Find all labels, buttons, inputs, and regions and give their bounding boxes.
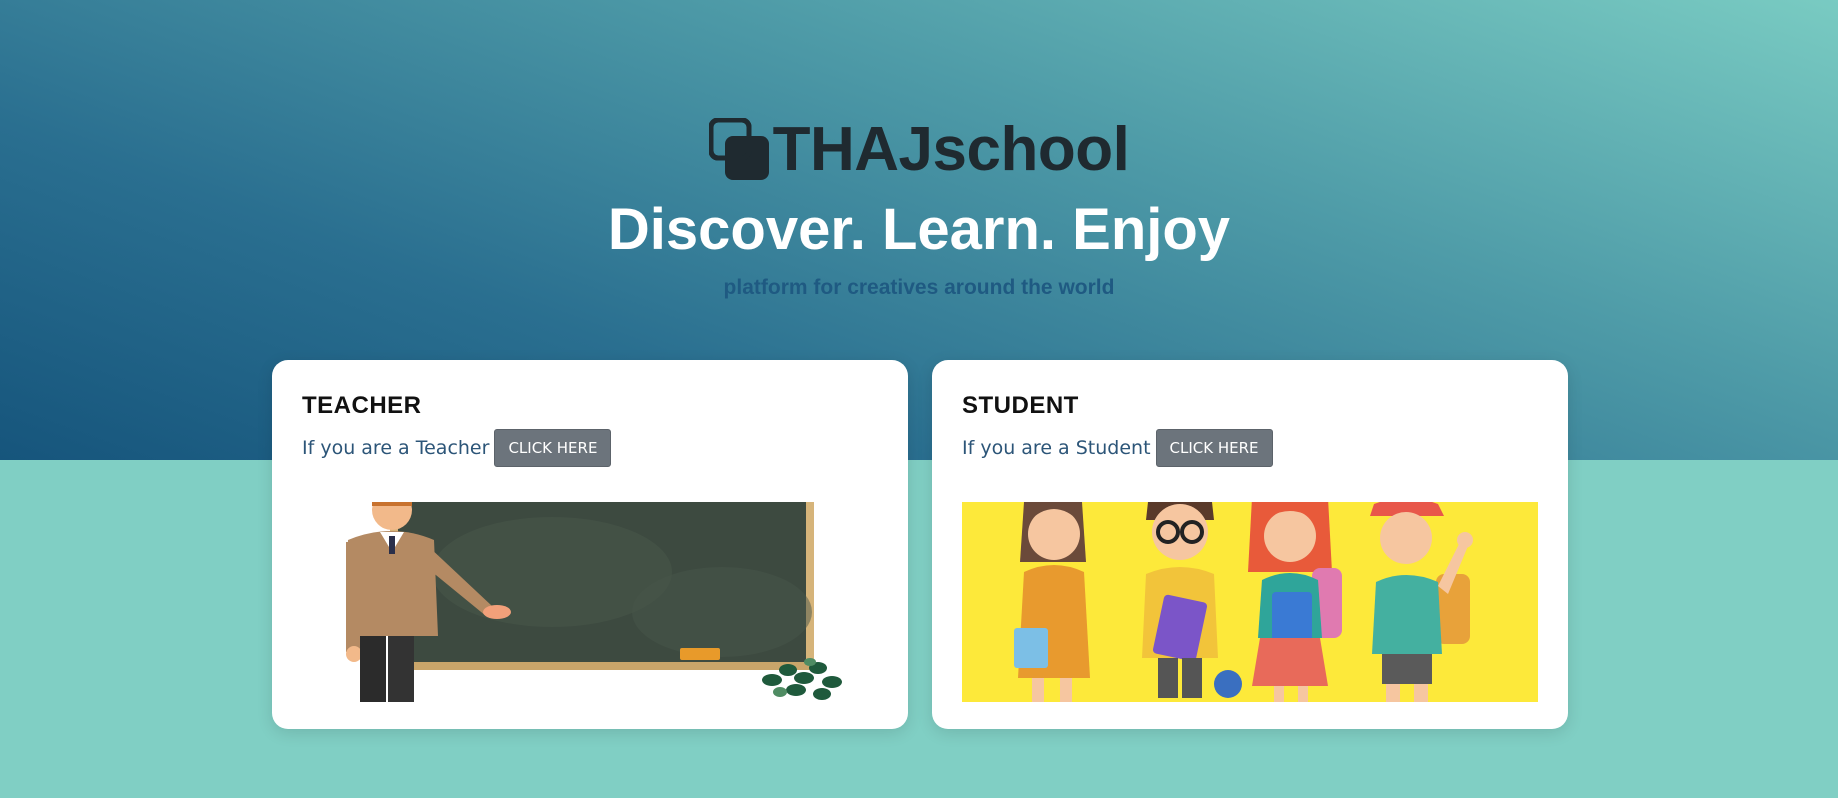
card-text: If you are a Student [962,437,1151,459]
hero-headline: Discover. Learn. Enjoy [607,197,1231,262]
teacher-illustration [302,502,878,702]
teacher-card: TEACHER If you are a Teacher CLICK HERE [272,360,908,729]
student-click-here-button[interactable]: CLICK HERE [1155,429,1273,467]
card-title: STUDENT [962,392,1079,419]
students-illustration [962,502,1538,702]
card-action-row: If you are a Student CLICK HERE [962,429,1538,467]
teacher-click-here-button[interactable]: CLICK HERE [494,429,612,467]
card-title: TEACHER [302,392,422,419]
brand-name: THAJschool [772,115,1130,184]
overlapping-squares-icon [708,118,769,180]
card-text: If you are a Teacher [302,437,490,459]
card-action-row: If you are a Teacher CLICK HERE [302,429,878,467]
brand-header: THAJschool [0,118,1838,182]
student-card: STUDENT If you are a Student CLICK HERE [932,360,1568,729]
hero-tagline: platform for creatives around the world [723,276,1115,299]
